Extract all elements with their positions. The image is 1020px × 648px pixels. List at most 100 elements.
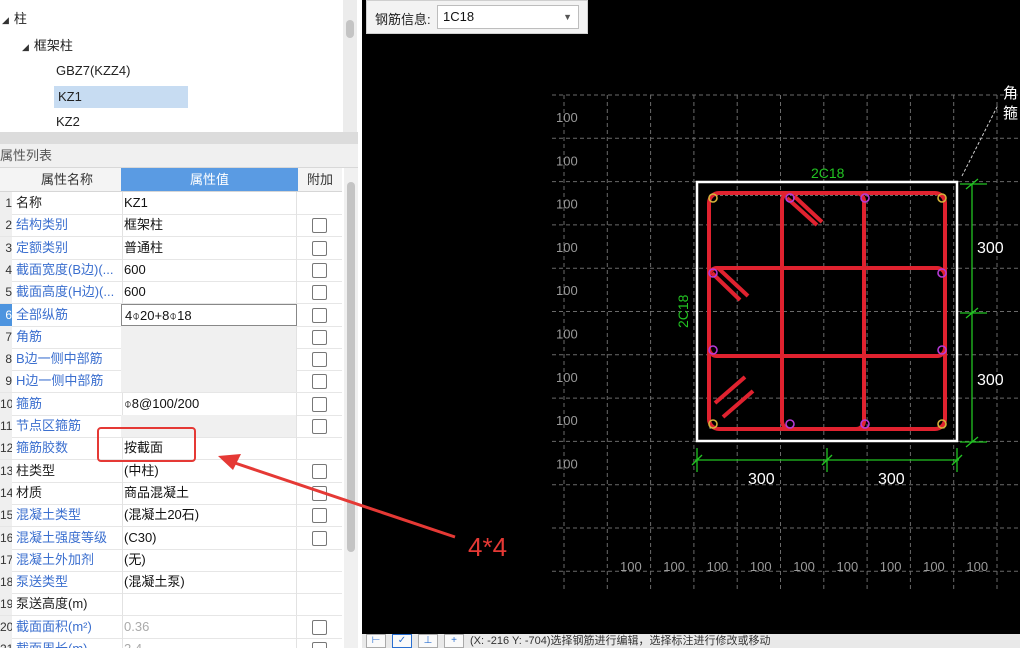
extra-checkbox[interactable]: [312, 463, 327, 479]
property-row[interactable]: 15 混凝土类型 (混凝土20石): [0, 504, 342, 528]
left-rebar-label: 2C18: [675, 294, 691, 328]
tree-scrollbar[interactable]: [343, 0, 357, 132]
property-row[interactable]: 18 泵送类型 (混凝土泵): [0, 571, 342, 595]
tree-item-0[interactable]: ◢ 柱: [2, 8, 27, 30]
property-value[interactable]: [121, 348, 297, 371]
extra-checkbox[interactable]: [312, 352, 327, 368]
tree-item-label: KZ1: [58, 89, 82, 104]
property-extra-cell: [298, 259, 342, 281]
grid-label: 100: [880, 559, 902, 574]
property-value[interactable]: 600: [121, 281, 297, 304]
property-row[interactable]: 3 定额类别 普通柱: [0, 236, 342, 260]
property-extra-cell: [298, 527, 342, 549]
extra-checkbox[interactable]: [312, 307, 327, 323]
property-row[interactable]: 10 箍筋 ⌽8@100/200: [0, 392, 342, 416]
grid-label: 100: [556, 110, 578, 125]
property-value[interactable]: 2.4: [121, 638, 297, 648]
status-button-4[interactable]: +: [444, 634, 464, 648]
status-button-2[interactable]: ✓: [392, 634, 412, 648]
property-value[interactable]: (混凝土泵): [121, 571, 297, 594]
extra-checkbox[interactable]: [312, 218, 327, 234]
grid-label: 100: [556, 413, 578, 428]
property-value[interactable]: 商品混凝土: [121, 481, 297, 504]
expand-triangle-icon[interactable]: ◢: [2, 15, 9, 25]
property-value[interactable]: 框架柱: [121, 214, 297, 237]
expand-triangle-icon[interactable]: ◢: [22, 42, 29, 52]
extra-checkbox[interactable]: [312, 485, 327, 501]
tree-item-2[interactable]: GBZ7(KZZ4): [56, 60, 130, 82]
property-row[interactable]: 5 截面高度(H边)(... 600: [0, 281, 342, 305]
extra-checkbox[interactable]: [312, 619, 327, 635]
status-button-1[interactable]: ⊢: [366, 634, 386, 648]
property-row[interactable]: 8 B边一侧中部筋: [0, 348, 342, 372]
tree-scroll-thumb[interactable]: [346, 20, 354, 38]
row-number: 7: [0, 325, 12, 348]
property-row[interactable]: 1 名称 KZ1: [0, 192, 342, 215]
property-row[interactable]: 13 柱类型 (中柱): [0, 459, 342, 483]
extra-checkbox[interactable]: [312, 419, 327, 434]
properties-scroll-thumb[interactable]: [347, 182, 355, 552]
extra-checkbox[interactable]: [312, 396, 327, 412]
drawing-canvas[interactable]: 100 100 100 100 100 100 100 100 100 100 100 100 100 1…: [362, 0, 1020, 648]
property-row[interactable]: 2 结构类别 框架柱: [0, 214, 342, 238]
grid-label: 100: [556, 456, 578, 471]
rebar-info-value: 1C18: [443, 9, 475, 24]
property-row[interactable]: 21截面周长(m)2.4: [0, 638, 342, 648]
property-row[interactable]: 9 H边一侧中部筋: [0, 370, 342, 394]
panel-divider[interactable]: [0, 132, 358, 144]
property-value[interactable]: 0.36: [121, 615, 297, 638]
property-value[interactable]: 普通柱: [121, 236, 297, 259]
property-value[interactable]: [121, 325, 297, 348]
property-value[interactable]: (中柱): [121, 459, 297, 482]
grid-label: 100: [556, 153, 578, 168]
row-number: 4: [0, 258, 12, 281]
status-button-3[interactable]: ⊥: [418, 634, 438, 648]
extra-checkbox[interactable]: [312, 240, 327, 256]
annotation-highlight-box: [97, 427, 196, 462]
property-value[interactable]: [121, 370, 297, 393]
rebar-section-drawing[interactable]: 100 100 100 100 100 100 100 100 100 100 100 100 100 1…: [362, 0, 1020, 634]
tree-item-1[interactable]: ◢ 框架柱: [22, 35, 73, 57]
extra-checkbox[interactable]: [312, 530, 327, 546]
row-number: 19: [0, 593, 12, 616]
property-row[interactable]: 7 角筋: [0, 325, 342, 349]
property-name: 全部纵筋: [14, 303, 123, 326]
extra-checkbox[interactable]: [312, 642, 327, 648]
grid-label: 100: [837, 559, 859, 574]
row-number: 14: [0, 481, 12, 504]
header-name: 属性名称: [40, 172, 93, 187]
callout-text-1: 角: [1003, 85, 1018, 102]
property-value[interactable]: (无): [121, 548, 297, 571]
rebar-info-select[interactable]: 1C18 ▼: [437, 5, 579, 29]
properties-scrollbar[interactable]: [344, 168, 358, 648]
property-name: 柱类型: [14, 459, 123, 482]
property-value[interactable]: 4⌽20+8⌽18: [121, 303, 297, 326]
extra-checkbox[interactable]: [312, 329, 327, 345]
property-value[interactable]: KZ1: [121, 192, 297, 214]
property-row[interactable]: 17 混凝土外加剂 (无): [0, 548, 342, 572]
tree-item-4[interactable]: KZ2: [56, 111, 80, 133]
property-row[interactable]: 20 截面面积(m²) 0.36: [0, 615, 342, 639]
header-value: 属性值: [121, 168, 298, 191]
property-value[interactable]: [121, 593, 297, 616]
extra-checkbox[interactable]: [312, 374, 327, 390]
extra-checkbox[interactable]: [312, 508, 327, 524]
property-row[interactable]: 19 泵送高度(m): [0, 593, 342, 617]
property-row[interactable]: 6 全部纵筋 4⌽20+8⌽18: [0, 303, 342, 327]
property-value[interactable]: (混凝土20石): [121, 504, 297, 527]
property-row[interactable]: 14 材质 商品混凝土: [0, 481, 342, 505]
row-number: 12: [0, 437, 12, 460]
row-number: 13: [0, 459, 12, 482]
property-name: 箍筋: [14, 392, 123, 415]
top-rebar-label: 2C18: [811, 165, 845, 181]
extra-checkbox[interactable]: [312, 262, 327, 278]
property-value[interactable]: 600: [121, 258, 297, 281]
property-value[interactable]: (C30): [121, 526, 297, 549]
property-extra-cell: [298, 504, 342, 526]
property-row[interactable]: 4 截面宽度(B边)(... 600: [0, 258, 342, 282]
property-value[interactable]: ⌽8@100/200: [121, 392, 297, 415]
tree-item-label: 框架柱: [33, 38, 73, 53]
property-row[interactable]: 16 混凝土强度等级 (C30): [0, 526, 342, 550]
tree-item-3[interactable]: KZ1: [54, 86, 188, 108]
extra-checkbox[interactable]: [312, 285, 327, 301]
